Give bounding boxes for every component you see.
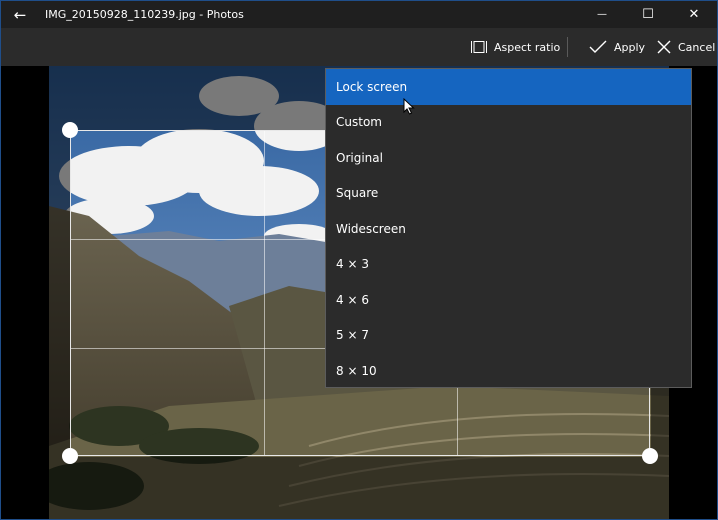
menu-item-widescreen[interactable]: Widescreen bbox=[326, 211, 691, 247]
close-window-button[interactable]: ✕ bbox=[671, 1, 717, 28]
menu-item-4x6[interactable]: 4 × 6 bbox=[326, 282, 691, 318]
minimize-icon: — bbox=[597, 9, 607, 20]
aspect-ratio-icon bbox=[471, 40, 487, 54]
menu-item-square[interactable]: Square bbox=[326, 176, 691, 212]
cancel-x-icon bbox=[657, 40, 671, 54]
back-button[interactable]: ← bbox=[1, 1, 39, 28]
crop-handle-top-left[interactable] bbox=[62, 122, 78, 138]
crop-handle-bottom-right[interactable] bbox=[642, 448, 658, 464]
cancel-label: Cancel bbox=[678, 40, 716, 54]
aspect-ratio-label: Aspect ratio bbox=[494, 40, 561, 54]
cancel-button[interactable]: Cancel bbox=[657, 28, 715, 66]
minimize-button[interactable]: — bbox=[579, 1, 625, 28]
checkmark-icon bbox=[589, 40, 607, 54]
dim-overlay-bottom bbox=[49, 457, 669, 519]
apply-button[interactable]: Apply bbox=[589, 28, 645, 66]
maximize-icon: ☐ bbox=[642, 7, 654, 22]
dim-overlay-left bbox=[49, 130, 70, 457]
maximize-button[interactable]: ☐ bbox=[625, 1, 671, 28]
grid-line-vertical-1 bbox=[264, 131, 265, 455]
menu-item-custom[interactable]: Custom bbox=[326, 105, 691, 141]
crop-handle-bottom-left[interactable] bbox=[62, 448, 78, 464]
menu-item-original[interactable]: Original bbox=[326, 140, 691, 176]
aspect-ratio-button[interactable]: Aspect ratio bbox=[471, 28, 560, 66]
photos-window: ← IMG_20150928_110239.jpg - Photos — ☐ ✕ bbox=[0, 0, 718, 520]
aspect-ratio-menu: Lock screen Custom Original Square Wides… bbox=[325, 68, 692, 388]
title-bar: ← IMG_20150928_110239.jpg - Photos — ☐ ✕ bbox=[1, 1, 717, 28]
mouse-cursor-icon bbox=[403, 97, 415, 119]
menu-item-5x7[interactable]: 5 × 7 bbox=[326, 318, 691, 354]
edit-toolbar: Aspect ratio Apply Cancel bbox=[1, 28, 717, 66]
menu-item-lock-screen[interactable]: Lock screen bbox=[326, 69, 691, 105]
menu-item-8x10[interactable]: 8 × 10 bbox=[326, 353, 691, 389]
apply-label: Apply bbox=[614, 40, 646, 54]
toolbar-separator bbox=[567, 37, 568, 57]
window-title: IMG_20150928_110239.jpg - Photos bbox=[45, 8, 244, 21]
window-controls: — ☐ ✕ bbox=[579, 1, 717, 28]
back-arrow-icon: ← bbox=[13, 5, 27, 24]
close-icon: ✕ bbox=[688, 7, 700, 22]
menu-item-4x3[interactable]: 4 × 3 bbox=[326, 247, 691, 283]
